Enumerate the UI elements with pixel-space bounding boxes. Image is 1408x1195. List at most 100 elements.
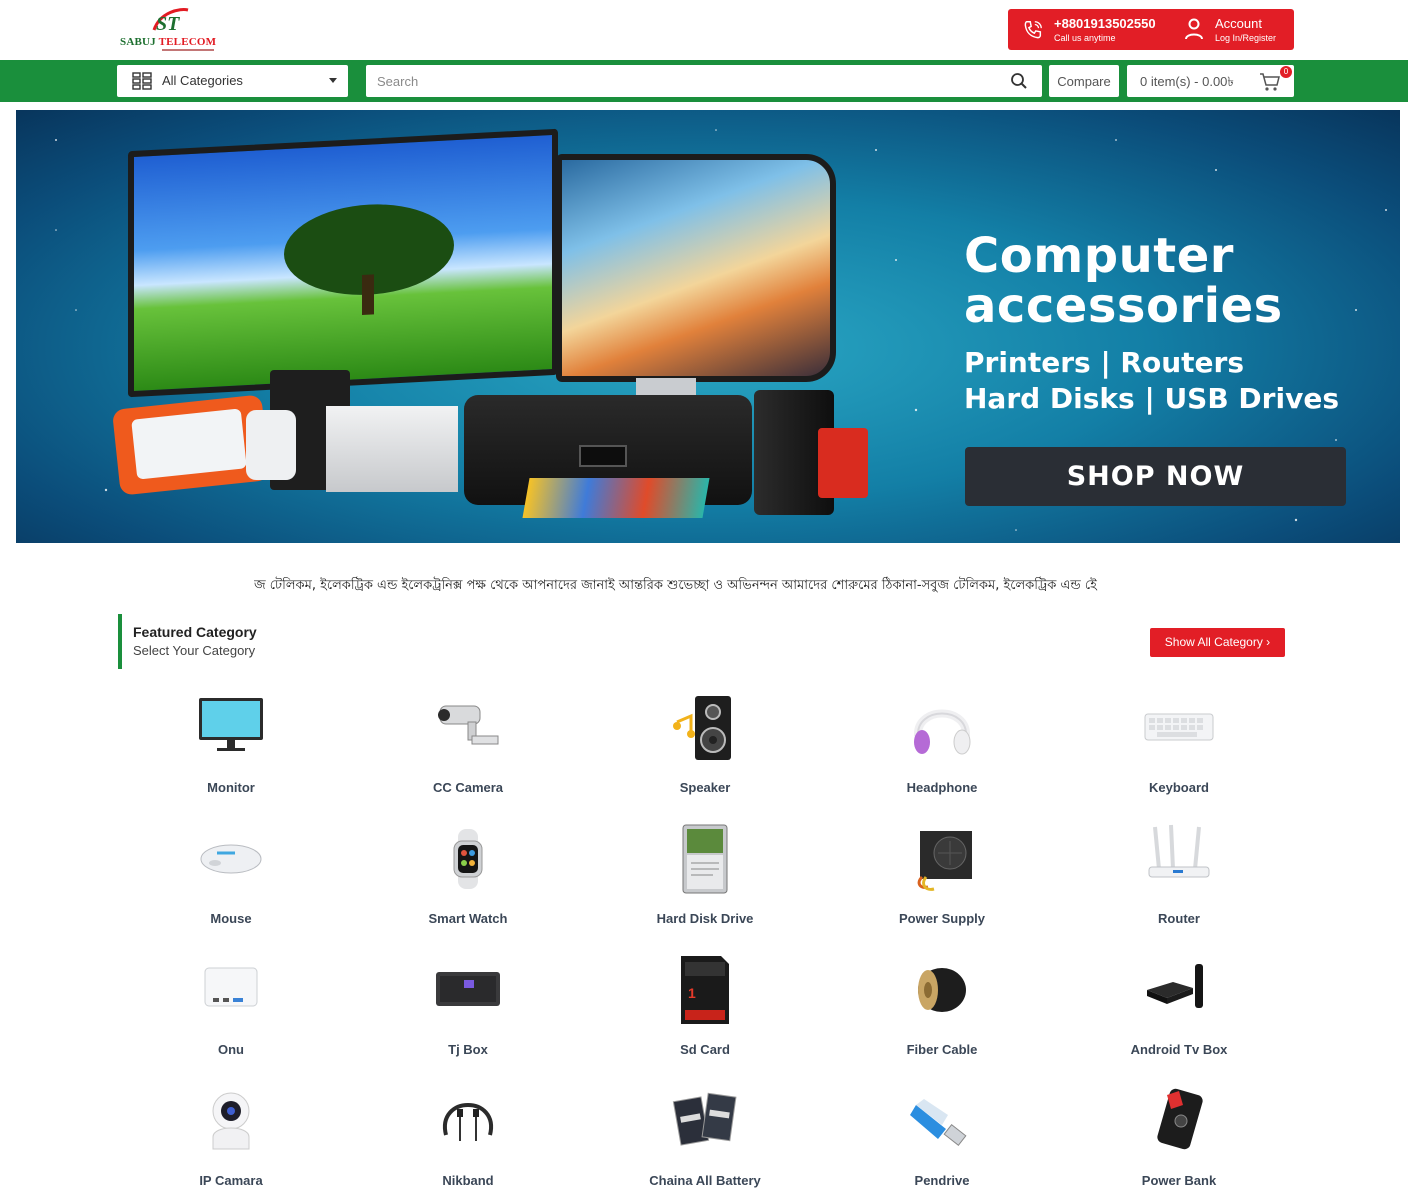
category-label: Power Supply (899, 911, 985, 926)
logo-text-sabuj: SABUJ (120, 36, 156, 48)
power-supply-icon (917, 831, 972, 891)
category-label: Pendrive (914, 1173, 970, 1188)
svg-text:ST: ST (156, 13, 180, 35)
banner-subtitle-line1: Printers | Routers (964, 346, 1245, 379)
monitor-image (128, 128, 558, 398)
monitor-icon (199, 698, 263, 751)
category-mouse[interactable]: Mouse (131, 823, 331, 933)
category-speaker[interactable]: Speaker (605, 692, 805, 802)
category-power-supply[interactable]: Power Supply (842, 823, 1042, 933)
user-icon[interactable] (1184, 18, 1204, 40)
keyboard-icon (1144, 713, 1214, 741)
search-input[interactable] (366, 65, 996, 97)
red-drive-image (818, 428, 868, 498)
section-accent-bar (118, 614, 122, 669)
onu-icon (204, 967, 258, 1007)
router-icon (1148, 824, 1210, 878)
main-navbar: All Categories Compare 0 item(s) - 0.00৳… (0, 60, 1408, 102)
category-label: Power Bank (1141, 1173, 1217, 1188)
cc-camera-icon (438, 705, 499, 745)
login-register-link[interactable]: Log In/Register (1215, 33, 1276, 43)
category-label: Router (1158, 911, 1200, 926)
category-keyboard[interactable]: Keyboard (1079, 692, 1279, 802)
announcement-marquee: জ টেলিকম, ইলেকট্রিক এন্ড ইলেকট্রনিক্স পক… (254, 578, 1097, 593)
category-label: Monitor (207, 780, 255, 795)
logo-text: SABUJ TELECOM (120, 36, 216, 48)
hard-disk-icon (682, 824, 728, 894)
monitor-stand (636, 378, 696, 396)
cart-icon (1260, 73, 1280, 91)
category-label: CC Camera (432, 780, 504, 795)
headphone-icon (914, 709, 971, 755)
account-link[interactable]: Account (1215, 16, 1262, 31)
phone-caption: Call us anytime (1054, 33, 1116, 43)
category-label: Headphone (906, 780, 978, 795)
category-label: IP Camara (199, 1173, 263, 1188)
phone-icon (1024, 21, 1042, 39)
category-label: Fiber Cable (906, 1042, 978, 1057)
category-label: Sd Card (680, 1042, 730, 1057)
phone-number[interactable]: +8801913502550 (1054, 16, 1156, 31)
category-pendrive[interactable]: Pendrive (842, 1085, 1042, 1195)
category-fiber-cable[interactable]: Fiber Cable (842, 954, 1042, 1064)
power-bank-icon (1157, 1088, 1203, 1150)
category-power-bank[interactable]: Power Bank (1079, 1085, 1279, 1195)
banner-title-line1: Computer (964, 228, 1234, 284)
nas-image (326, 406, 458, 492)
category-label: Chaina All Battery (649, 1173, 761, 1188)
category-cc-camera[interactable]: CC Camera (368, 692, 568, 802)
category-nikband[interactable]: Nikband (368, 1085, 568, 1195)
category-monitor[interactable]: Monitor (131, 692, 331, 802)
ip-camera-icon (212, 1092, 250, 1150)
search-icon[interactable] (1010, 72, 1028, 90)
shop-now-button[interactable]: SHOP NOW (965, 447, 1346, 506)
mouse-icon (200, 844, 262, 874)
category-label: Onu (218, 1042, 244, 1057)
logo-text-telecom: TELECOM (158, 36, 217, 48)
top-header: ST SABUJ TELECOM +8801913502550 Call us … (0, 0, 1408, 60)
category-ip-camara[interactable]: IP Camara (131, 1085, 331, 1195)
logo-tagline (162, 49, 214, 51)
category-headphone[interactable]: Headphone (842, 692, 1042, 802)
category-onu[interactable]: Onu (131, 954, 331, 1064)
orange-drive-panel (131, 408, 247, 480)
contact-account-box: +8801913502550 Call us anytime Account L… (1008, 9, 1294, 50)
category-label: Speaker (679, 780, 731, 795)
featured-category-title: Featured Category (133, 624, 257, 640)
category-router[interactable]: Router (1079, 823, 1279, 933)
sd-card-icon: 1 (681, 956, 729, 1024)
cart-button[interactable]: 0 item(s) - 0.00৳ 0 (1127, 65, 1294, 97)
curved-monitor-image (556, 154, 836, 382)
printed-photo-image (522, 478, 710, 518)
category-hard-disk-drive[interactable]: Hard Disk Drive (605, 823, 805, 933)
fiber-cable-icon (918, 968, 966, 1012)
category-sd-card[interactable]: 1 Sd Card (605, 954, 805, 1064)
category-label: Nikband (442, 1173, 494, 1188)
hero-banner[interactable]: Computer accessories Printers | Routers … (16, 110, 1400, 543)
category-tj-box[interactable]: Tj Box (368, 954, 568, 1064)
show-all-category-button[interactable]: Show All Category › (1150, 628, 1285, 657)
white-drive-image (246, 410, 296, 480)
category-dropdown[interactable]: All Categories (117, 65, 348, 97)
category-android-tv-box[interactable]: Android Tv Box (1079, 954, 1279, 1064)
featured-category-subtitle: Select Your Category (133, 643, 256, 658)
compare-button[interactable]: Compare (1049, 65, 1119, 97)
battery-icon (672, 1092, 737, 1146)
banner-subtitle-line2: Hard Disks | USB Drives (964, 382, 1339, 415)
search-bar (366, 65, 1042, 97)
tree-trunk (362, 274, 374, 316)
category-label: Hard Disk Drive (656, 911, 754, 926)
tj-box-icon (436, 972, 500, 1006)
chevron-down-icon (329, 78, 337, 83)
site-logo[interactable]: ST SABUJ TELECOM (118, 6, 218, 54)
category-label: Tj Box (448, 1042, 488, 1057)
smart-watch-icon (453, 829, 483, 889)
category-chaina-all-battery[interactable]: Chaina All Battery (605, 1085, 805, 1195)
banner-title-line2: accessories (964, 278, 1283, 334)
neckband-icon (442, 1103, 494, 1141)
pendrive-icon (910, 1099, 967, 1146)
category-smart-watch[interactable]: Smart Watch (368, 823, 568, 933)
category-label: Android Tv Box (1130, 1042, 1228, 1057)
cart-count-badge: 0 (1280, 66, 1292, 78)
speaker-icon (673, 696, 731, 760)
